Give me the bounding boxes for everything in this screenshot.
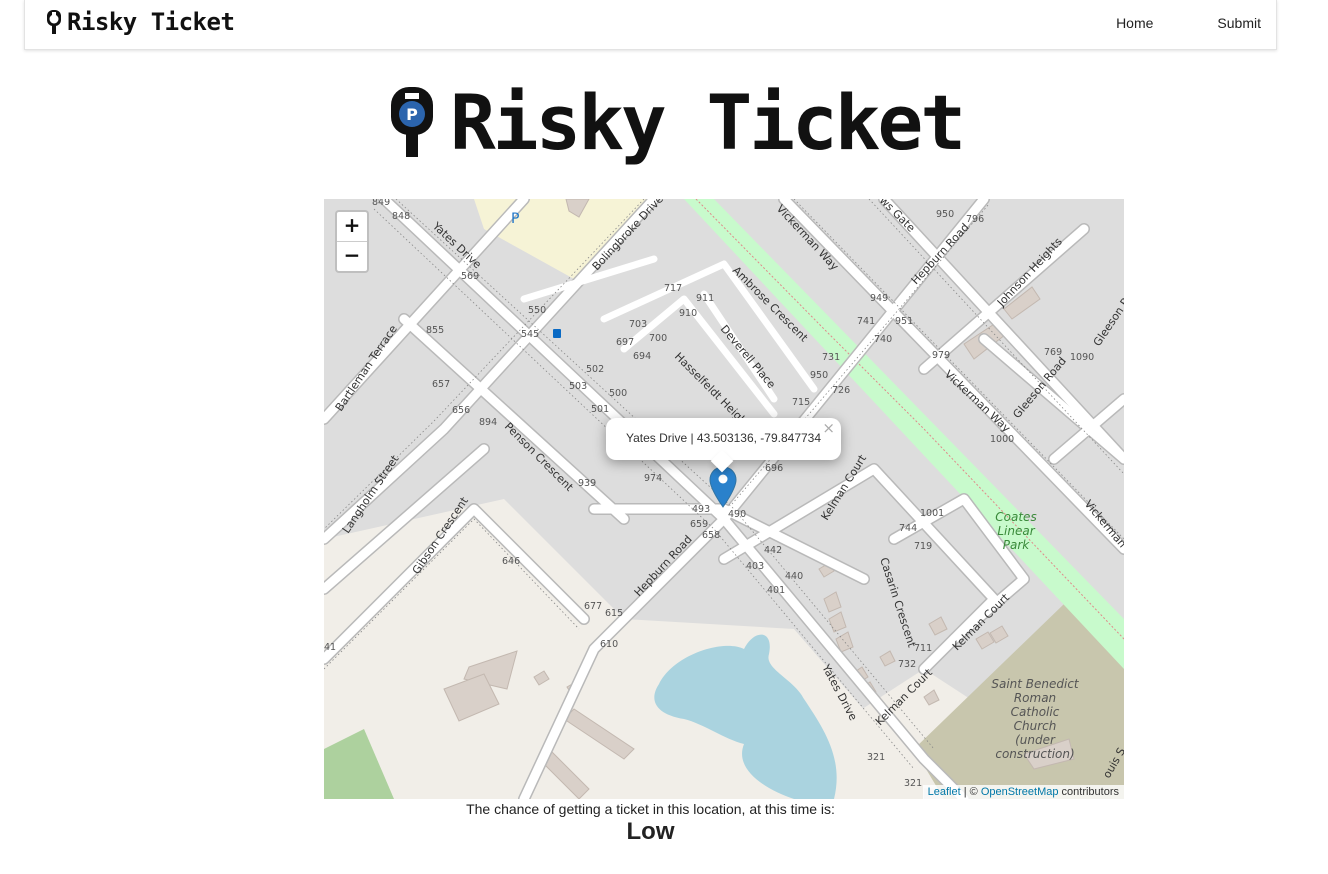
house-number: 401 — [767, 585, 785, 596]
house-number: 656 — [452, 405, 470, 416]
brand-name: Risky Ticket — [67, 8, 235, 36]
attribution-suffix: contributors — [1058, 786, 1119, 798]
risk-level: Low — [626, 818, 675, 845]
house-number: 715 — [792, 397, 810, 408]
house-number: 769 — [1044, 347, 1062, 358]
hero-title: Risky Ticket — [450, 78, 966, 167]
house-number: 658 — [702, 530, 720, 541]
house-number: 719 — [914, 541, 932, 552]
house-number: 979 — [932, 350, 950, 361]
house-number: 657 — [432, 379, 450, 390]
house-number: 711 — [914, 643, 932, 654]
church-label: Saint Benedict — [991, 677, 1080, 691]
zoom-control: + − — [335, 210, 369, 273]
house-number: 545 — [521, 329, 539, 340]
house-number: 694 — [633, 351, 651, 362]
house-number: 659 — [690, 519, 708, 530]
house-number: 1000 — [990, 434, 1014, 445]
house-number: 501 — [591, 404, 609, 415]
parking-meter-icon — [47, 10, 61, 34]
house-number: 951 — [895, 316, 913, 327]
house-number: 550 — [528, 305, 546, 316]
house-number: 646 — [502, 556, 520, 567]
attribution-separator: | © — [960, 786, 981, 798]
house-number: 703 — [629, 319, 647, 330]
result-caption: The chance of getting a ticket in this l… — [466, 801, 835, 817]
house-number: 855 — [426, 325, 444, 336]
house-number: 500 — [609, 388, 627, 399]
church-label: Church — [1014, 719, 1057, 733]
popup-text: Yates Drive | 43.503136, -79.847734 — [626, 431, 822, 445]
map[interactable]: P Yates Drive Bolingbroke Drive Vickerma… — [324, 199, 1124, 799]
nav-home-link[interactable]: Home — [1116, 15, 1153, 31]
house-number: 440 — [785, 571, 803, 582]
house-number: 974 — [644, 473, 662, 484]
house-number: 1090 — [1070, 352, 1094, 363]
house-number: 610 — [600, 639, 618, 650]
hero-logo: P Risky Ticket — [388, 78, 966, 167]
house-number: 950 — [936, 209, 954, 220]
parking-icon: P — [511, 211, 519, 227]
house-number: 700 — [649, 333, 667, 344]
house-number: 569 — [461, 271, 479, 282]
church-label: (under — [1015, 733, 1056, 747]
nav-links: Home Submit — [1116, 15, 1261, 31]
house-number: 502 — [586, 364, 604, 375]
parking-meter-icon: P — [391, 87, 433, 157]
svg-text:P: P — [406, 105, 418, 124]
house-number: 796 — [966, 214, 984, 225]
house-number: 731 — [822, 352, 840, 363]
house-number: 696 — [765, 463, 783, 474]
popup-close-icon[interactable]: × — [822, 419, 835, 437]
house-number: 949 — [870, 293, 888, 304]
house-number: 490 — [728, 509, 746, 520]
leaflet-link[interactable]: Leaflet — [928, 786, 961, 798]
nav-submit-link[interactable]: Submit — [1217, 15, 1261, 31]
house-number: 939 — [578, 478, 596, 489]
house-number: 493 — [692, 504, 710, 515]
house-number: 697 — [616, 337, 634, 348]
house-number: 41 — [324, 642, 336, 653]
zoom-out-button[interactable]: − — [337, 242, 367, 271]
location-popup: Yates Drive | 43.503136, -79.847734 × — [606, 418, 841, 473]
house-number: 894 — [479, 417, 497, 428]
map-attribution: Leaflet | © OpenStreetMap contributors — [922, 785, 1124, 799]
brand-link[interactable]: Risky Ticket — [45, 8, 235, 36]
house-number: 403 — [746, 561, 764, 572]
navbar: Risky Ticket Home Submit — [24, 0, 1277, 50]
house-number: 677 — [584, 601, 602, 612]
house-number: 848 — [392, 211, 410, 222]
house-number: 726 — [832, 385, 850, 396]
park-label: Park — [1003, 538, 1031, 552]
house-number: 849 — [372, 199, 390, 208]
house-number: 321 — [904, 778, 922, 789]
osm-link[interactable]: OpenStreetMap — [981, 786, 1059, 798]
house-number: 1001 — [920, 508, 944, 519]
house-number: 911 — [696, 293, 714, 304]
house-number: 910 — [679, 308, 697, 319]
park-label: Linear — [997, 524, 1035, 538]
zoom-in-button[interactable]: + — [337, 212, 367, 242]
house-number: 744 — [899, 523, 917, 534]
house-number: 740 — [874, 334, 892, 345]
park-label: Coates — [995, 510, 1036, 524]
house-number: 503 — [569, 381, 587, 392]
house-number: 732 — [898, 659, 916, 670]
church-label: construction) — [995, 747, 1074, 761]
house-number: 741 — [857, 316, 875, 327]
bus-stop-icon — [553, 329, 561, 338]
map-tiles[interactable]: P Yates Drive Bolingbroke Drive Vickerma… — [324, 199, 1124, 799]
house-number: 321 — [867, 752, 885, 763]
house-number: 615 — [605, 608, 623, 619]
church-label: Catholic — [1011, 705, 1060, 719]
house-number: 442 — [764, 545, 782, 556]
house-number: 950 — [810, 370, 828, 381]
house-number: 717 — [664, 283, 682, 294]
church-label: Roman — [1014, 691, 1056, 705]
